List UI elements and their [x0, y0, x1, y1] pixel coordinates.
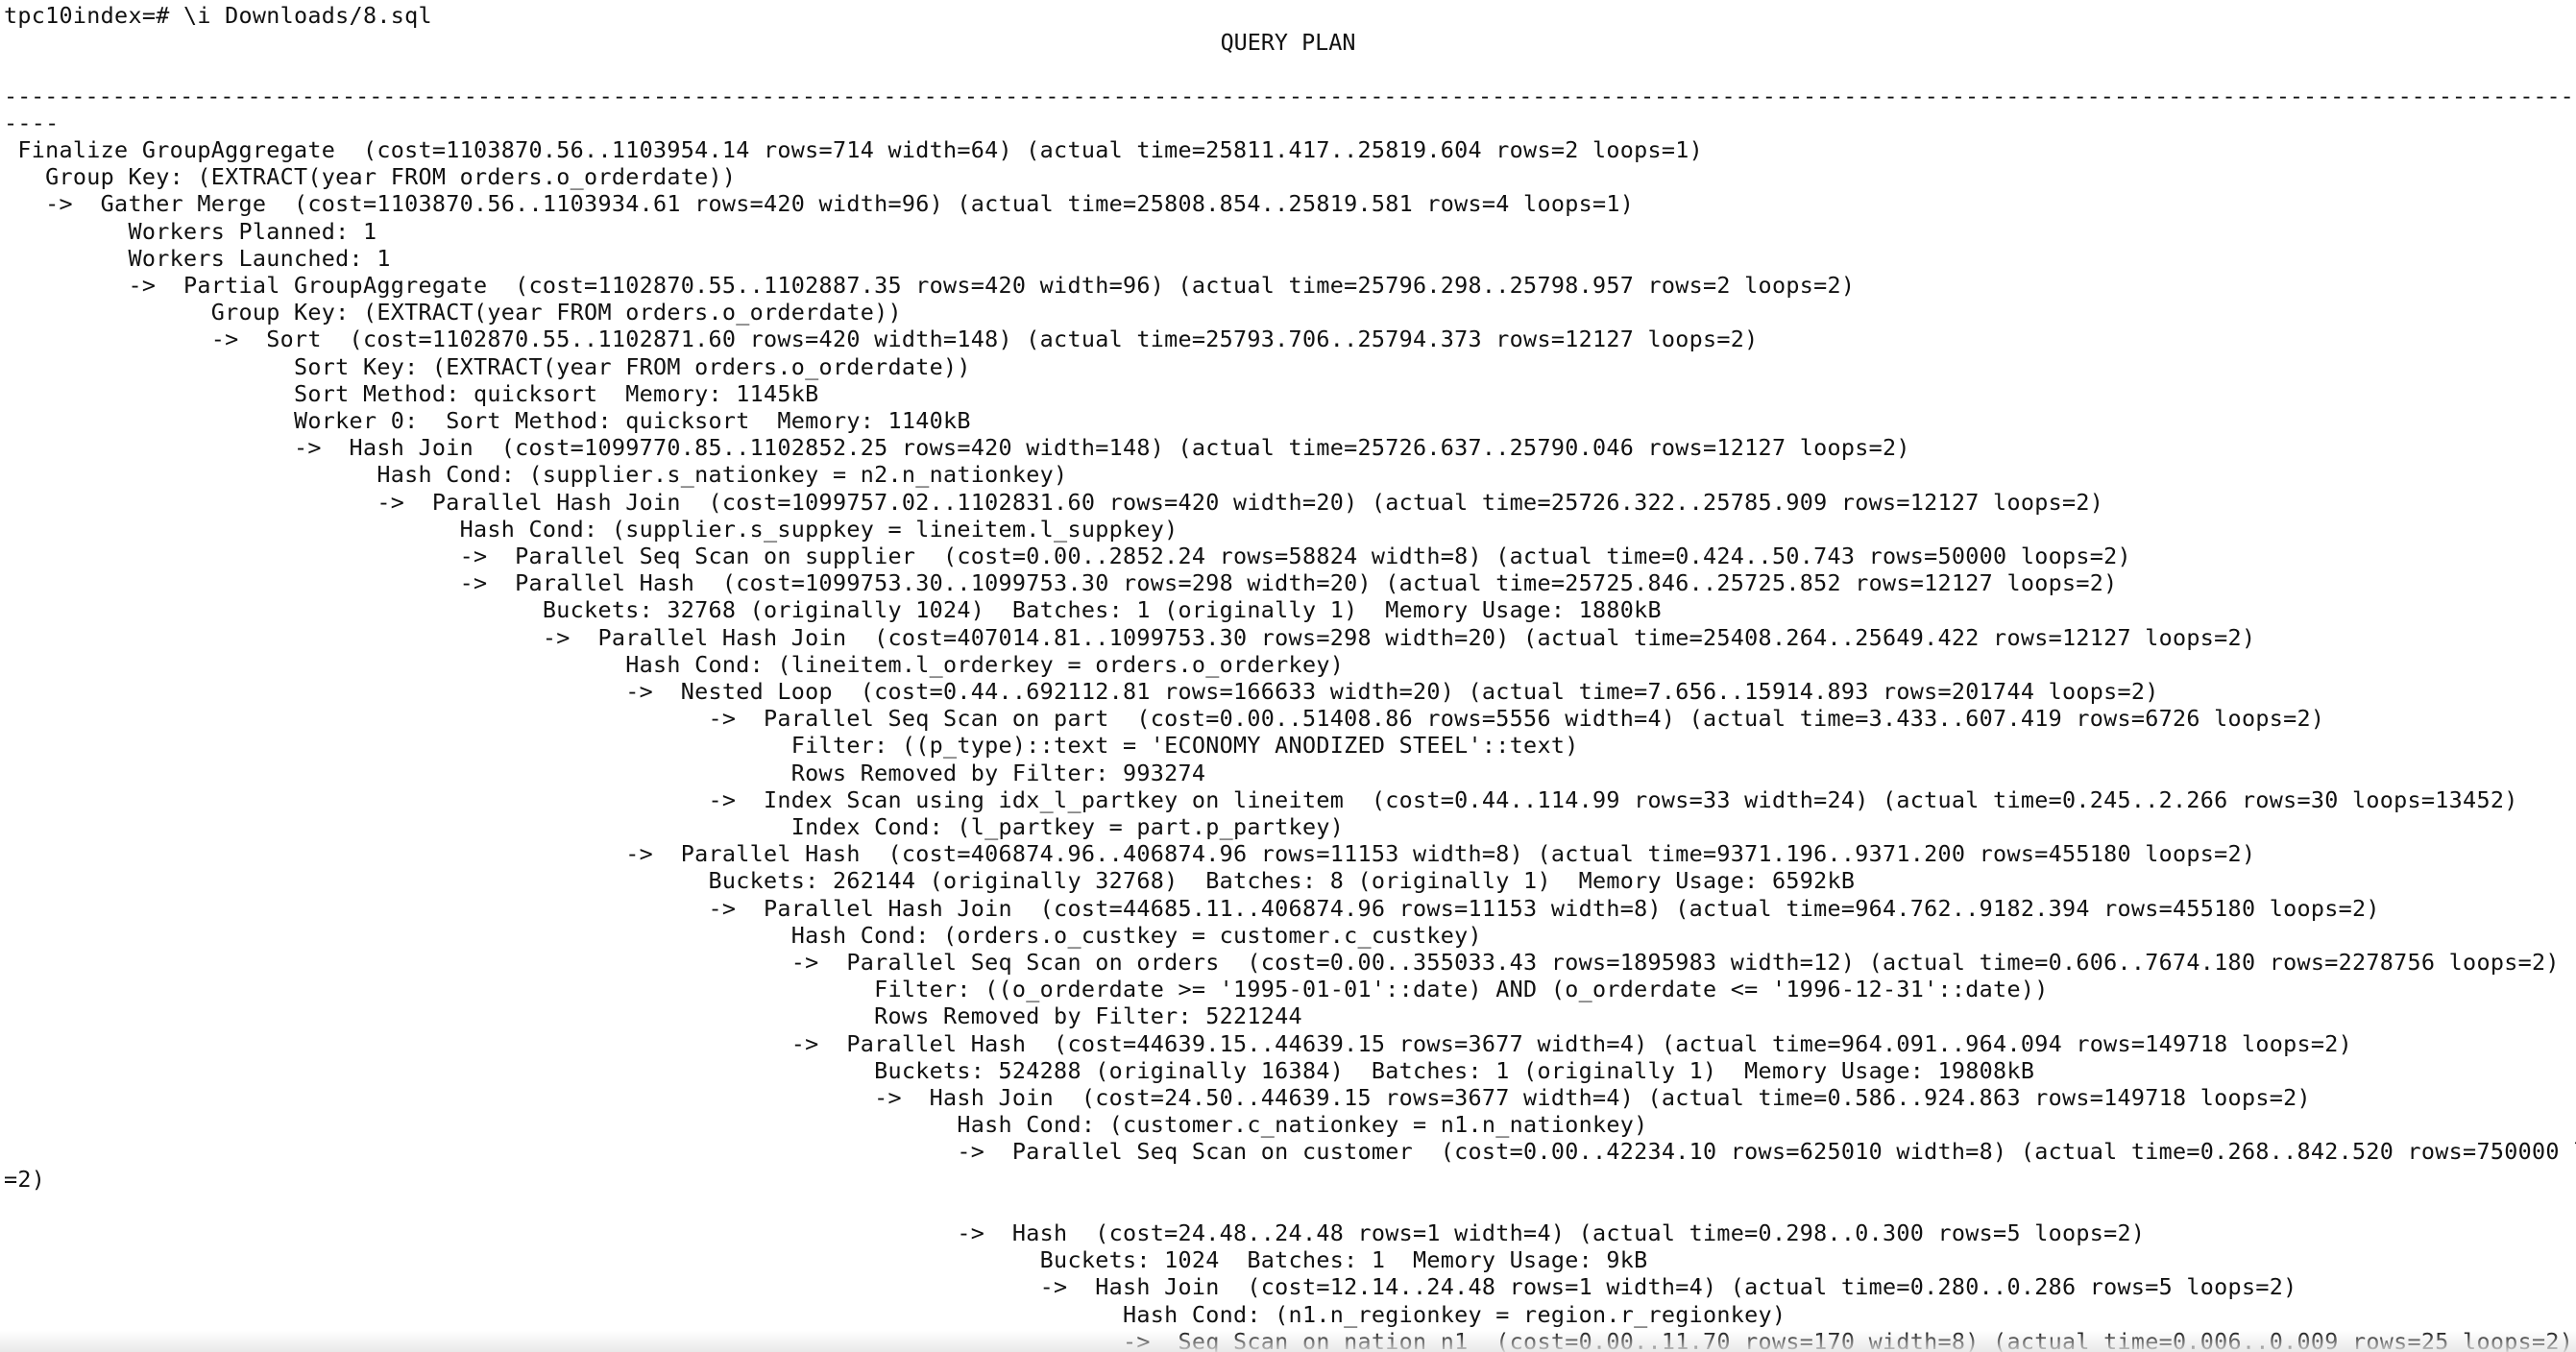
plan-line: Hash Cond: (orders.o_custkey = customer.…	[4, 921, 1482, 949]
plan-line: -> Parallel Seq Scan on orders (cost=0.0…	[4, 949, 2560, 976]
plan-line: Workers Launched: 1	[4, 244, 391, 272]
plan-line: Buckets: 524288 (originally 16384) Batch…	[4, 1056, 2035, 1084]
plan-line: -> Nested Loop (cost=0.44..692112.81 row…	[4, 678, 2159, 705]
plan-line: Sort Key: (EXTRACT(year FROM orders.o_or…	[4, 352, 971, 380]
plan-line: Hash Cond: (customer.c_nationkey = n1.n_…	[4, 1111, 1648, 1139]
plan-line: -> Parallel Seq Scan on part (cost=0.00.…	[4, 705, 2325, 733]
plan-line: Rows Removed by Filter: 5221244	[4, 1002, 1302, 1030]
plan-line: Buckets: 1024 Batches: 1 Memory Usage: 9…	[4, 1246, 1648, 1274]
plan-line: Finalize GroupAggregate (cost=1103870.56…	[4, 136, 1704, 163]
plan-line: Filter: ((p_type)::text = 'ECONOMY ANODI…	[4, 732, 1579, 760]
plan-line: Filter: ((o_orderdate >= '1995-01-01'::d…	[4, 976, 2049, 1003]
plan-line: -> Index Scan using idx_l_partkey on lin…	[4, 785, 2518, 813]
plan-line: -> Hash Join (cost=1099770.85..1102852.2…	[4, 434, 1910, 462]
header-rule-wrap: ----	[4, 109, 60, 136]
header-rule: ----------------------------------------…	[4, 83, 2576, 109]
plan-line: Index Cond: (l_partkey = part.p_partkey)	[4, 813, 1345, 840]
plan-line: Hash Cond: (lineitem.l_orderkey = orders…	[4, 650, 1345, 678]
plan-line: -> Hash (cost=24.48..24.48 rows=1 width=…	[4, 1219, 2146, 1246]
plan-line: -> Hash Join (cost=12.14..24.48 rows=1 w…	[4, 1273, 2297, 1301]
query-plan-header: QUERY PLAN	[1220, 29, 1356, 56]
plan-line: Hash Cond: (supplier.s_suppkey = lineite…	[4, 515, 1179, 543]
plan-line: -> Parallel Seq Scan on supplier (cost=0…	[4, 543, 2131, 569]
plan-line: -> Partial GroupAggregate (cost=1102870.…	[4, 272, 1856, 299]
plan-line: -> Parallel Hash (cost=1099753.30..10997…	[4, 569, 2118, 597]
plan-line: -> Parallel Hash Join (cost=1099757.02..…	[4, 488, 2104, 516]
plan-line: -> Parallel Hash (cost=44639.15..44639.1…	[4, 1029, 2352, 1057]
plan-line: -> Parallel Hash (cost=406874.96..406874…	[4, 840, 2256, 868]
plan-line: Hash Cond: (n1.n_regionkey = region.r_re…	[4, 1300, 1786, 1328]
plan-line: Buckets: 32768 (originally 1024) Batches…	[4, 596, 1662, 624]
plan-line: Group Key: (EXTRACT(year FROM orders.o_o…	[4, 163, 737, 191]
window-bottom-shadow	[0, 1331, 2576, 1352]
plan-line: -> Sort (cost=1102870.55..1102871.60 row…	[4, 326, 1759, 353]
plan-line: Sort Method: quicksort Memory: 1145kB	[4, 379, 819, 407]
terminal-window[interactable]: tpc10index=# \i Downloads/8.sql QUERY PL…	[0, 0, 2576, 1352]
plan-line: -> Parallel Hash Join (cost=44685.11..40…	[4, 894, 2380, 922]
plan-line: Rows Removed by Filter: 993274	[4, 759, 1206, 786]
plan-line: Group Key: (EXTRACT(year FROM orders.o_o…	[4, 299, 902, 326]
plan-line: -> Gather Merge (cost=1103870.56..110393…	[4, 190, 1635, 218]
plan-line: Hash Cond: (supplier.s_nationkey = n2.n_…	[4, 461, 1068, 489]
command-prompt: tpc10index=# \i Downloads/8.sql	[4, 2, 432, 29]
plan-line: Buckets: 262144 (originally 32768) Batch…	[4, 867, 1856, 895]
plan-line: -> Parallel Seq Scan on customer (cost=0…	[4, 1138, 2576, 1166]
plan-line: =2)	[4, 1165, 46, 1193]
plan-line: Workers Planned: 1	[4, 217, 377, 245]
plan-line: -> Hash Join (cost=24.50..44639.15 rows=…	[4, 1084, 2311, 1111]
plan-line: -> Parallel Hash Join (cost=407014.81..1…	[4, 623, 2256, 651]
plan-line: Worker 0: Sort Method: quicksort Memory:…	[4, 407, 971, 434]
